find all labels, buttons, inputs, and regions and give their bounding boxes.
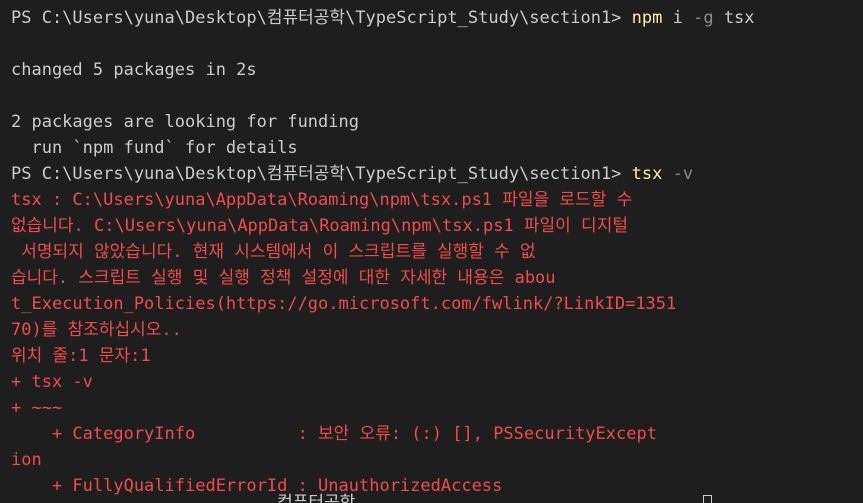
error-line: + ~~~ [11,398,63,418]
command-name: tsx [631,164,663,184]
command-name: npm [631,8,663,28]
error-line: + tsx -v [11,372,93,392]
prompt-path: PS C:\Users\yuna\Desktop\컴퓨터공학\TypeScrip… [11,8,632,28]
error-line: 습니다. 스크립트 실행 및 실행 정책 설정에 대한 자세한 내용은 abou [11,268,556,288]
error-line: t_Execution_Policies(https://go.microsof… [11,294,677,314]
error-line: 서명되지 않았습니다. 현재 시스템에서 이 스크립트를 실행할 수 없 [11,242,536,262]
prompt-line-tsx-version: PS C:\Users\yuna\Desktop\컴퓨터공학\TypeScrip… [11,161,863,187]
output-line: changed 5 packages in 2s [11,60,257,80]
command-args: i [662,8,694,28]
output-line: run `npm fund` for details [11,138,298,158]
error-line: 위치 줄:1 문자:1 [11,346,151,366]
error-line: ion [11,450,42,470]
prompt-path: PS C:\Users\yuna\Desktop\컴퓨터공학\TypeScrip… [11,164,632,184]
command-flag: -v [662,164,694,184]
error-line: 없습니다. C:\Users\yuna\AppData\Roaming\npm\… [11,216,628,236]
error-line: tsx : C:\Users\yuna\AppData\Roaming\npm\… [11,190,633,210]
command-package: tsx [713,8,755,28]
prompt-line-npm-install: PS C:\Users\yuna\Desktop\컴퓨터공학\TypeScrip… [11,5,863,31]
error-line: + CategoryInfo : 보안 오류: (:) [], PSSecuri… [11,424,657,444]
partial-bottom-line: 컴퓨터공학 [11,493,356,503]
output-line: 2 packages are looking for funding [11,112,359,132]
error-line: 70)를 참조하십시오.. [11,320,182,340]
command-flag: -g [693,8,714,28]
terminal-cursor [703,495,712,503]
terminal-window[interactable]: PS C:\Users\yuna\Desktop\컴퓨터공학\TypeScrip… [0,0,863,503]
